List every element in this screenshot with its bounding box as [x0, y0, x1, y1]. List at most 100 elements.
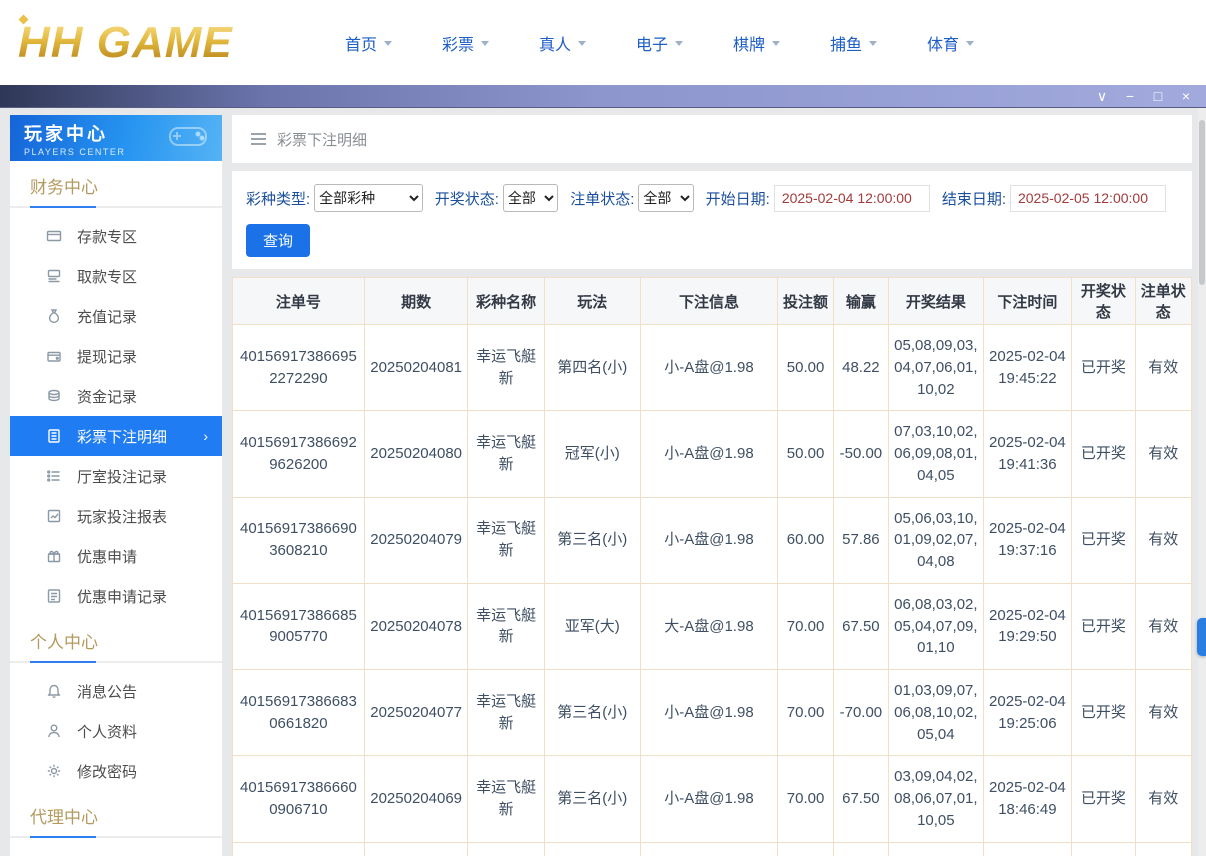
start-date-label: 开始日期: — [706, 188, 770, 209]
cell-win-loss: -70.00 — [833, 670, 888, 756]
cell-period: 20250204079 — [364, 497, 468, 583]
record-list-icon — [46, 588, 62, 604]
cell-period: 20250204068 — [364, 842, 468, 856]
nav-item-cards[interactable]: 棋牌 — [733, 31, 830, 55]
sidebar-item-change-password[interactable]: 修改密码 — [10, 751, 222, 791]
cell-order-status: 有效 — [1135, 411, 1191, 497]
section-title-personal: 个人中心 — [10, 616, 222, 663]
deposit-card-icon — [46, 228, 62, 244]
sidebar-item-recharge-record[interactable]: 充值记录 — [10, 296, 222, 336]
table-row: 40156917386695227229020250204081幸运飞艇新第四名… — [233, 325, 1192, 411]
cell-lottery-name: 幸运飞艇新 — [468, 497, 544, 583]
cell-bet-time: 2025-02-04 19:25:06 — [983, 670, 1072, 756]
cell-play-type: 第三名(小) — [544, 756, 640, 842]
column-header: 投注额 — [778, 278, 833, 325]
cell-draw-status: 已开奖 — [1072, 670, 1135, 756]
cell-bet-time: 2025-02-04 19:45:22 — [983, 325, 1072, 411]
sidebar-item-label: 个人资料 — [77, 721, 137, 742]
collapse-icon[interactable]: ∨ — [1088, 85, 1116, 107]
cell-lottery-name: 幸运飞艇新 — [468, 583, 544, 669]
column-header: 彩种名称 — [468, 278, 544, 325]
close-icon[interactable]: × — [1172, 85, 1200, 107]
floating-service-widget[interactable] — [1197, 618, 1206, 656]
search-button[interactable]: 查询 — [246, 224, 310, 257]
nav-item-live[interactable]: 真人 — [539, 31, 636, 55]
order-status-select[interactable]: 全部 — [638, 184, 693, 212]
cell-period: 20250204080 — [364, 411, 468, 497]
sidebar-item-withdraw[interactable]: 取款专区 — [10, 256, 222, 296]
report-chart-icon — [46, 508, 62, 524]
cell-order-status: 有效 — [1135, 670, 1191, 756]
column-header: 注单状态 — [1135, 278, 1191, 325]
nav-item-fishing[interactable]: 捕鱼 — [830, 31, 927, 55]
cell-draw-result: 06,08,03,02,05,04,07,09,01,10 — [889, 583, 984, 669]
nav-label: 首页 — [345, 31, 377, 55]
column-header: 下注时间 — [983, 278, 1072, 325]
sidebar-item-hall-bet-record[interactable]: 厅室投注记录 — [10, 456, 222, 496]
scrollbar-thumb[interactable] — [1199, 120, 1205, 285]
column-header: 输赢 — [833, 278, 888, 325]
bell-icon — [46, 683, 62, 699]
cell-order-status: 有效 — [1135, 756, 1191, 842]
cell-order-status: 有效 — [1135, 842, 1191, 856]
start-date-input[interactable] — [774, 185, 930, 212]
sidebar-item-label: 修改密码 — [77, 761, 137, 782]
minimize-icon[interactable]: − — [1116, 85, 1144, 107]
cell-play-type: 冠军(小) — [544, 411, 640, 497]
sidebar-item-lottery-bet-detail[interactable]: 彩票下注明细 › — [10, 416, 222, 456]
withdraw-icon — [46, 268, 62, 284]
lottery-type-label: 彩种类型: — [246, 188, 310, 209]
sidebar-item-agent-rules[interactable]: 代理规则说明 — [10, 846, 222, 856]
sidebar-item-label: 充值记录 — [77, 306, 137, 327]
sidebar-item-deposit[interactable]: 存款专区 — [10, 216, 222, 256]
cell-order-id: 401569173866574561830 — [233, 842, 365, 856]
menu-icon[interactable] — [250, 132, 267, 146]
cell-lottery-name: 幸运飞艇新 — [468, 670, 544, 756]
sidebar-item-label: 提现记录 — [77, 346, 137, 367]
sidebar-item-profile[interactable]: 个人资料 — [10, 711, 222, 751]
table-row: 40156917386660090671020250204069幸运飞艇新第三名… — [233, 756, 1192, 842]
sidebar-item-announcements[interactable]: 消息公告 — [10, 671, 222, 711]
gamepad-icon — [162, 120, 214, 152]
sidebar-item-cashout-record[interactable]: 提现记录 — [10, 336, 222, 376]
nav-item-sports[interactable]: 体育 — [927, 31, 1024, 55]
cell-period: 20250204078 — [364, 583, 468, 669]
sidebar-item-label: 资金记录 — [77, 386, 137, 407]
cell-win-loss: -60.00 — [833, 842, 888, 856]
sidebar-item-player-bet-report[interactable]: 玩家投注报表 — [10, 496, 222, 536]
cell-period: 20250204081 — [364, 325, 468, 411]
maximize-icon[interactable]: □ — [1144, 85, 1172, 107]
table-row: 40156917386683066182020250204077幸运飞艇新第三名… — [233, 670, 1192, 756]
cell-bet-time: 2025-02-04 19:37:16 — [983, 497, 1072, 583]
nav-label: 电子 — [636, 31, 668, 55]
nav-item-lottery[interactable]: 彩票 — [442, 31, 539, 55]
sidebar-item-funds-record[interactable]: 资金记录 — [10, 376, 222, 416]
sidebar-item-promo-apply[interactable]: 优惠申请 — [10, 536, 222, 576]
scrollbar — [1198, 108, 1206, 856]
draw-status-select[interactable]: 全部 — [503, 184, 558, 212]
cell-order-id: 401569173866600906710 — [233, 756, 365, 842]
cell-draw-result: 04,05,09,02,03,07,10,06,01,08 — [889, 842, 984, 856]
section-title-finance: 财务中心 — [10, 161, 222, 208]
cell-bet-info: 大-A盘@1.98 — [640, 583, 778, 669]
sidebar-item-promo-apply-record[interactable]: 优惠申请记录 — [10, 576, 222, 616]
top-header: HH GAME 首页 彩票 真人 电子 棋牌 捕鱼 体育 — [0, 0, 1206, 85]
gear-icon — [46, 763, 62, 779]
nav-item-slots[interactable]: 电子 — [636, 31, 733, 55]
table-row: 40156917386690360821020250204079幸运飞艇新第三名… — [233, 497, 1192, 583]
table-row: 40156917386657456183020250204068幸运飞艇新第四名… — [233, 842, 1192, 856]
cell-lottery-name: 幸运飞艇新 — [468, 756, 544, 842]
column-header: 开奖结果 — [889, 278, 984, 325]
cell-bet-amount: 70.00 — [778, 756, 833, 842]
cell-draw-result: 05,06,03,10,01,09,02,07,04,08 — [889, 497, 984, 583]
end-date-input[interactable] — [1010, 185, 1166, 212]
cell-bet-time: 2025-02-04 19:29:50 — [983, 583, 1072, 669]
person-icon — [46, 723, 62, 739]
cell-bet-amount: 50.00 — [778, 411, 833, 497]
end-date-label: 结束日期: — [942, 188, 1006, 209]
cell-draw-status: 已开奖 — [1072, 411, 1135, 497]
lottery-type-select[interactable]: 全部彩种 — [314, 184, 423, 212]
filter-row: 彩种类型: 全部彩种 开奖状态: 全部 注单状态: 全部 开始日期: 结束日期: — [246, 184, 1178, 212]
page-title: 彩票下注明细 — [277, 129, 367, 150]
nav-item-home[interactable]: 首页 — [345, 31, 442, 55]
